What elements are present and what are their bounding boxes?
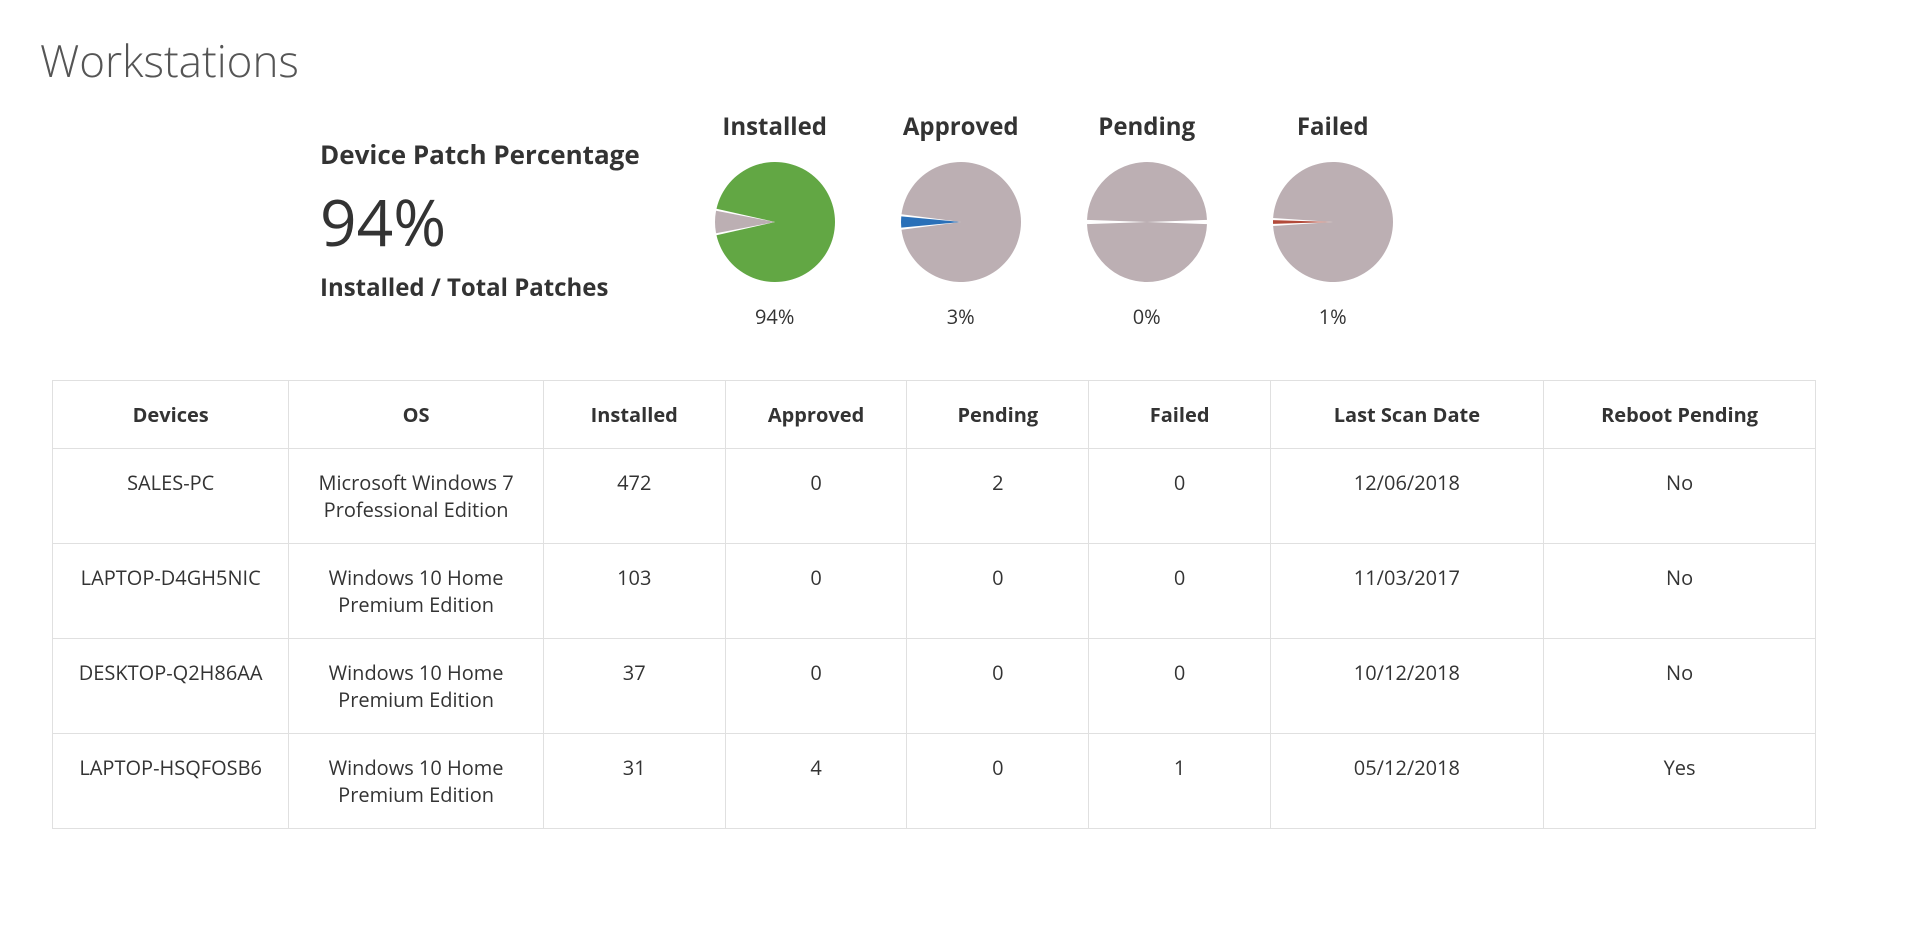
pie-chart: Pending 0% — [1072, 110, 1222, 330]
pie-icon — [1082, 157, 1212, 287]
devices-table: DevicesOSInstalledApprovedPendingFailedL… — [52, 380, 1816, 829]
pie-percent-label: 1% — [1319, 303, 1347, 330]
table-cell-reboot: No — [1543, 544, 1816, 639]
table-body: SALES-PCMicrosoft Windows 7 Professional… — [53, 449, 1816, 829]
pie-title: Failed — [1297, 110, 1369, 143]
table-header-row: DevicesOSInstalledApprovedPendingFailedL… — [53, 381, 1816, 449]
pie-percent-label: 3% — [947, 303, 975, 330]
table-cell-device: SALES-PC — [53, 449, 289, 544]
table-cell-os: Microsoft Windows 7 Professional Edition — [289, 449, 544, 544]
table-cell-installed: 31 — [543, 734, 725, 829]
table-cell-os: Windows 10 Home Premium Edition — [289, 544, 544, 639]
table-row: LAPTOP-HSQFOSB6Windows 10 Home Premium E… — [53, 734, 1816, 829]
pie-title: Approved — [903, 110, 1019, 143]
page-title: Workstations — [40, 30, 1878, 90]
patch-summary: Device Patch Percentage 94% Installed / … — [320, 136, 640, 304]
table-cell-last_scan: 05/12/2018 — [1271, 734, 1544, 829]
table-row: DESKTOP-Q2H86AAWindows 10 Home Premium E… — [53, 639, 1816, 734]
pie-chart: Approved 3% — [886, 110, 1036, 330]
table-cell-reboot: No — [1543, 449, 1816, 544]
patch-summary-value: 94% — [320, 178, 640, 265]
table-cell-last_scan: 12/06/2018 — [1271, 449, 1544, 544]
pie-icon — [710, 157, 840, 287]
table-cell-installed: 472 — [543, 449, 725, 544]
table-cell-last_scan: 11/03/2017 — [1271, 544, 1544, 639]
pie-icon — [1268, 157, 1398, 287]
table-cell-approved: 0 — [725, 449, 907, 544]
table-cell-failed: 0 — [1089, 449, 1271, 544]
table-header-cell: OS — [289, 381, 544, 449]
patch-summary-sub: Installed / Total Patches — [320, 271, 640, 304]
table-header-cell: Last Scan Date — [1271, 381, 1544, 449]
table-header-cell: Pending — [907, 381, 1089, 449]
table-cell-pending: 0 — [907, 544, 1089, 639]
table-header-cell: Devices — [53, 381, 289, 449]
table-cell-approved: 4 — [725, 734, 907, 829]
table-cell-reboot: No — [1543, 639, 1816, 734]
summary-row: Device Patch Percentage 94% Installed / … — [320, 110, 1878, 330]
table-cell-reboot: Yes — [1543, 734, 1816, 829]
table-row: SALES-PCMicrosoft Windows 7 Professional… — [53, 449, 1816, 544]
table-cell-pending: 0 — [907, 734, 1089, 829]
table-cell-device: DESKTOP-Q2H86AA — [53, 639, 289, 734]
table-header-cell: Approved — [725, 381, 907, 449]
table-cell-device: LAPTOP-D4GH5NIC — [53, 544, 289, 639]
pie-icon — [896, 157, 1026, 287]
table-cell-last_scan: 10/12/2018 — [1271, 639, 1544, 734]
pie-percent-label: 0% — [1133, 303, 1161, 330]
table-cell-os: Windows 10 Home Premium Edition — [289, 734, 544, 829]
pie-chart: Installed 94% — [700, 110, 850, 330]
table-cell-approved: 0 — [725, 639, 907, 734]
table-row: LAPTOP-D4GH5NICWindows 10 Home Premium E… — [53, 544, 1816, 639]
patch-summary-label: Device Patch Percentage — [320, 136, 640, 172]
table-header-cell: Reboot Pending — [1543, 381, 1816, 449]
pie-title: Installed — [722, 110, 827, 143]
pie-chart-row: Installed 94% Approved 3% Pending 0% Failed 1% — [700, 110, 1408, 330]
pie-title: Pending — [1098, 110, 1195, 143]
table-cell-pending: 2 — [907, 449, 1089, 544]
pie-chart: Failed 1% — [1258, 110, 1408, 330]
table-cell-device: LAPTOP-HSQFOSB6 — [53, 734, 289, 829]
table-cell-failed: 1 — [1089, 734, 1271, 829]
table-header-cell: Failed — [1089, 381, 1271, 449]
table-cell-failed: 0 — [1089, 544, 1271, 639]
table-header-cell: Installed — [543, 381, 725, 449]
pie-percent-label: 94% — [755, 303, 794, 330]
table-cell-pending: 0 — [907, 639, 1089, 734]
table-cell-failed: 0 — [1089, 639, 1271, 734]
table-cell-installed: 103 — [543, 544, 725, 639]
table-cell-os: Windows 10 Home Premium Edition — [289, 639, 544, 734]
table-cell-installed: 37 — [543, 639, 725, 734]
table-cell-approved: 0 — [725, 544, 907, 639]
